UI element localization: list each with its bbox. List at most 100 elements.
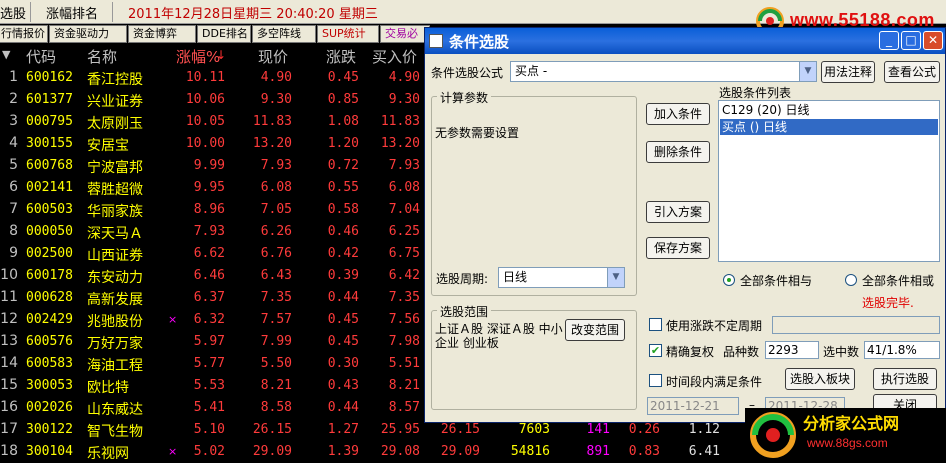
tab-quotes[interactable]: 行情报价 bbox=[0, 25, 48, 43]
price-change: 0.55 bbox=[327, 180, 359, 195]
view-formula-button[interactable]: 查看公式 bbox=[884, 61, 940, 83]
table-row[interactable]: 13 600576 万好万家 5.97 7.99 0.45 7.98 bbox=[0, 330, 430, 352]
row-index: 18 bbox=[0, 443, 18, 459]
formula-value: 买点 - bbox=[515, 64, 548, 78]
params-text: 无参数需要设置 bbox=[435, 126, 520, 140]
stock-name: 山西证券 bbox=[87, 248, 143, 264]
maximize-icon[interactable]: □ bbox=[901, 31, 921, 50]
current-price: 9.30 bbox=[260, 92, 292, 107]
row-index: 13 bbox=[0, 333, 18, 349]
usage-note-button[interactable]: 用法注释 bbox=[821, 61, 875, 83]
tab-fund-game[interactable]: 资金博弈 bbox=[128, 25, 196, 43]
range-text: 上证Ａ股 深证Ａ股 中小企业 创业板 bbox=[435, 322, 563, 350]
stock-code: 002026 bbox=[26, 400, 73, 415]
row-index: 2 bbox=[9, 91, 18, 107]
condition-select-dialog: 条件选股 _ □ ✕ 条件选股公式 买点 - ▼ 用法注释 查看公式 计算参数 … bbox=[424, 27, 946, 423]
pct-change: 8.96 bbox=[193, 202, 225, 217]
execute-select-button[interactable]: 执行选股 bbox=[873, 368, 937, 390]
limit-period-checkbox[interactable] bbox=[649, 318, 662, 331]
table-row[interactable]: 5 600768 宁波富邦 9.99 7.93 0.72 7.93 bbox=[0, 154, 430, 176]
radio-or[interactable] bbox=[845, 274, 857, 286]
tab-long-short[interactable]: 多空阵线 bbox=[252, 25, 316, 43]
pct-change: 10.00 bbox=[185, 136, 225, 151]
table-row[interactable]: 9 002500 山西证券 6.62 6.76 0.42 6.75 bbox=[0, 242, 430, 264]
table-row[interactable]: 1 600162 香江控股 10.11 4.90 0.45 4.90 bbox=[0, 66, 430, 88]
table-row[interactable]: 14 600583 海油工程 5.77 5.50 0.30 5.51 bbox=[0, 352, 430, 374]
stock-name: 太原刚玉 bbox=[87, 116, 143, 132]
col-header-change[interactable]: 涨跌 bbox=[326, 46, 356, 67]
current-price: 8.58 bbox=[260, 400, 292, 415]
menu-item-rank[interactable]: 涨幅排名 bbox=[46, 3, 98, 22]
list-item-selected[interactable]: 买点 () 日线 bbox=[720, 119, 938, 135]
current-price: 26.15 bbox=[252, 422, 292, 437]
chevron-down-icon[interactable]: ▼ bbox=[799, 62, 816, 81]
col-header-bid[interactable]: 买入价 bbox=[372, 46, 417, 67]
table-row[interactable]: 15 300053 欧比特 5.53 8.21 0.43 8.21 bbox=[0, 374, 430, 396]
row-index: 16 bbox=[0, 399, 18, 415]
tab-sup-stats[interactable]: SUP统计 bbox=[317, 25, 379, 43]
price-change: 0.45 bbox=[327, 312, 359, 327]
exact-rights-checkbox[interactable]: ✔ bbox=[649, 344, 662, 357]
selected-count-label: 选中数 bbox=[823, 345, 860, 359]
bid-price: 6.25 bbox=[388, 224, 420, 239]
price-change: 0.30 bbox=[327, 356, 359, 371]
menu-item-stock-select[interactable]: 选股 bbox=[0, 3, 26, 22]
change-range-button[interactable]: 改变范围 bbox=[565, 319, 625, 341]
col-header-name[interactable]: 名称 bbox=[87, 46, 117, 67]
tab-dde-rank[interactable]: DDE排名 bbox=[197, 25, 251, 43]
bid-price: 9.30 bbox=[388, 92, 420, 107]
site-logo-bottom: 分析家公式网 www.88gs.com bbox=[745, 408, 946, 463]
period-select[interactable]: 日线 ▼ bbox=[498, 267, 625, 288]
price-change: 0.46 bbox=[327, 224, 359, 239]
pct-change: 9.99 bbox=[193, 158, 225, 173]
current-price: 7.05 bbox=[260, 202, 292, 217]
last-price: 26.15 bbox=[440, 422, 480, 437]
table-row[interactable]: 12 002429 兆驰股份 × 6.32 7.57 0.45 7.56 bbox=[0, 308, 430, 330]
table-row[interactable]: 18 300104 乐视网 × 5.02 29.09 1.39 29.08 bbox=[0, 440, 430, 462]
table-row[interactable]: 11 000628 高新发展 6.37 7.35 0.44 7.35 bbox=[0, 286, 430, 308]
current-price: 5.50 bbox=[260, 356, 292, 371]
col-header-price[interactable]: 现价 bbox=[258, 46, 288, 67]
formula-select[interactable]: 买点 - ▼ bbox=[510, 61, 817, 82]
table-row[interactable]: 2 601377 兴业证券 10.06 9.30 0.85 9.30 bbox=[0, 88, 430, 110]
table-row[interactable]: 8 000050 深天马Ａ 7.93 6.26 0.46 6.25 bbox=[0, 220, 430, 242]
current-price: 11.83 bbox=[252, 114, 292, 129]
amount: 1.12 bbox=[688, 422, 720, 437]
stock-code: 002141 bbox=[26, 180, 73, 195]
col-header-code[interactable]: 代码 bbox=[26, 46, 56, 67]
logo-url: www.88gs.com bbox=[807, 436, 888, 450]
table-row[interactable]: 7 600503 华丽家族 8.96 7.05 0.58 7.04 bbox=[0, 198, 430, 220]
delete-condition-button[interactable]: 删除条件 bbox=[646, 141, 710, 163]
minimize-icon[interactable]: _ bbox=[879, 31, 899, 50]
table-row[interactable]: 17 300122 智飞生物 5.10 26.15 1.27 25.95 bbox=[0, 418, 430, 440]
tab-trade[interactable]: 交易必 bbox=[380, 25, 430, 43]
list-item[interactable]: C129 (20) 日线 bbox=[720, 102, 938, 118]
stock-name: 东安动力 bbox=[87, 270, 143, 286]
radio-and[interactable] bbox=[723, 274, 735, 286]
period-condition-checkbox[interactable] bbox=[649, 374, 662, 387]
radio-and-label: 全部条件相与 bbox=[740, 274, 813, 288]
add-to-block-button[interactable]: 选股入板块 bbox=[785, 368, 855, 390]
stock-code: 000628 bbox=[26, 290, 73, 305]
status-done: 选股完毕. bbox=[862, 296, 914, 310]
table-row[interactable]: 16 002026 山东威达 5.41 8.58 0.44 8.57 bbox=[0, 396, 430, 418]
date-from-field[interactable]: 2011-12-21 bbox=[647, 397, 739, 415]
chevron-down-icon[interactable]: ▼ bbox=[607, 268, 624, 287]
close-icon[interactable]: ✕ bbox=[923, 31, 943, 50]
add-condition-button[interactable]: 加入条件 bbox=[646, 103, 710, 125]
row-index: 7 bbox=[9, 201, 18, 217]
swirl-logo-icon bbox=[750, 412, 796, 458]
table-row[interactable]: 3 000795 太原刚玉 10.05 11.83 1.08 11.83 bbox=[0, 110, 430, 132]
table-row[interactable]: 6 002141 蓉胜超微 9.95 6.08 0.55 6.08 bbox=[0, 176, 430, 198]
window-icon bbox=[429, 34, 443, 48]
table-row[interactable]: 10 600178 东安动力 6.46 6.43 0.39 6.42 bbox=[0, 264, 430, 286]
tab-fund-drive[interactable]: 资金驱动力 bbox=[49, 25, 127, 43]
import-scheme-button[interactable]: 引入方案 bbox=[646, 201, 710, 223]
dialog-titlebar[interactable]: 条件选股 _ □ ✕ bbox=[425, 28, 945, 54]
sort-arrow-icon[interactable]: ▼ bbox=[2, 48, 10, 61]
table-row[interactable]: 4 300155 安居宝 10.00 13.20 1.20 13.20 bbox=[0, 132, 430, 154]
col-header-pct[interactable]: 涨幅% bbox=[176, 46, 220, 67]
last-price: 29.09 bbox=[440, 444, 480, 459]
save-scheme-button[interactable]: 保存方案 bbox=[646, 237, 710, 259]
condition-list[interactable]: C129 (20) 日线 买点 () 日线 bbox=[718, 100, 940, 262]
